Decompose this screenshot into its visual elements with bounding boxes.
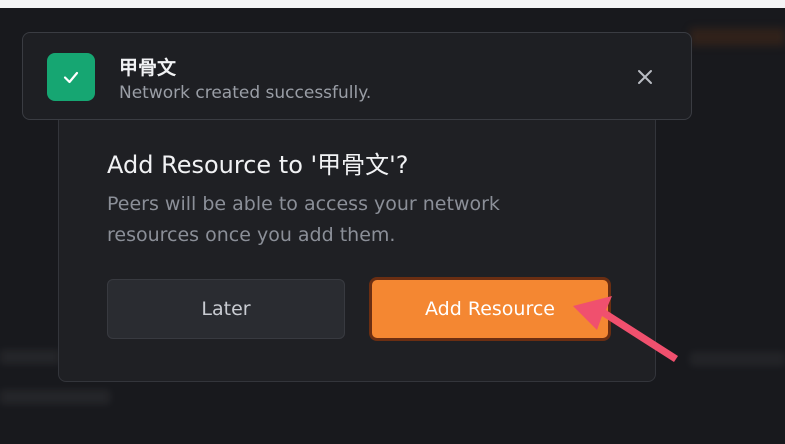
annotation-arrow-icon — [573, 296, 678, 362]
